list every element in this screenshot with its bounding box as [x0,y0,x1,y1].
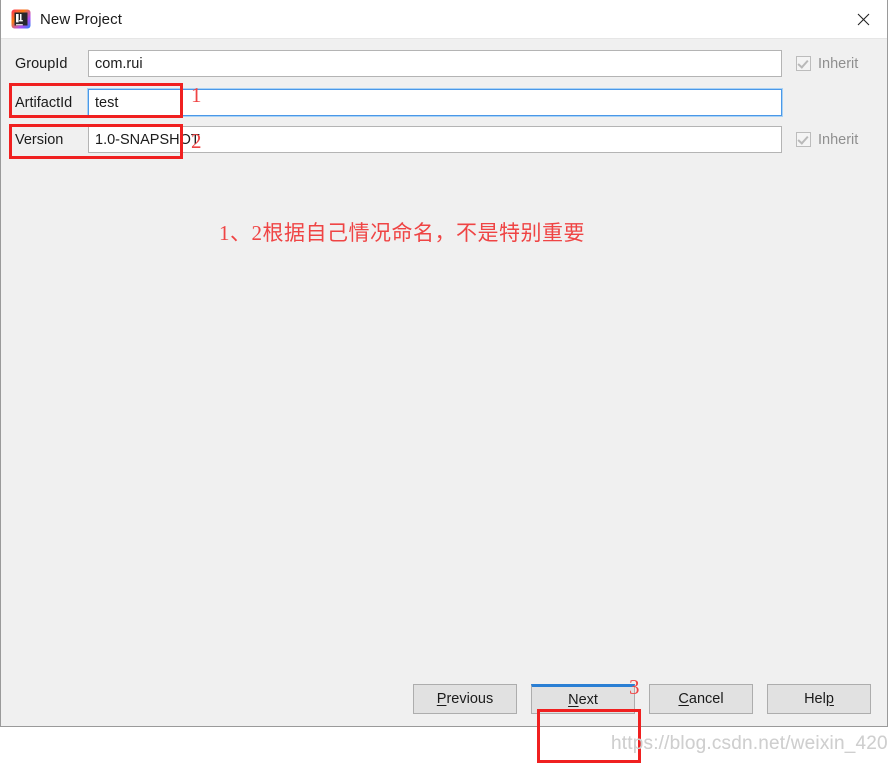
annotation-note: 1、2根据自己情况命名，不是特别重要 [219,221,585,245]
version-inherit-checkbox[interactable]: Inherit [796,132,858,148]
dialog-button-bar: Previous Next Cancel Help [1,680,888,718]
dialog-content: GroupId com.rui Inherit ArtifactId test … [1,39,888,763]
artifactid-label: ArtifactId [15,94,73,111]
watermark-overlay: https://blog.csdn.net/weixin_42082973 [611,733,888,754]
groupid-inherit-label: Inherit [818,55,859,72]
version-input[interactable]: 1.0-SNAPSHOT [88,126,782,153]
cancel-button[interactable]: Cancel [649,684,753,714]
checkbox-checked-icon[interactable] [796,56,811,71]
form-row-groupid: GroupId com.rui Inherit [1,49,888,78]
watermark-text: https://blog.csdn.net/weixin_42082973 [611,733,888,754]
title-bar: New Project [1,0,887,39]
groupid-label: GroupId [15,55,68,72]
intellij-idea-icon [11,9,31,29]
artifactid-input[interactable]: test [88,89,782,116]
groupid-inherit-checkbox[interactable]: Inherit [796,56,858,72]
form-row-version: Version 1.0-SNAPSHOT Inherit [1,125,888,154]
version-label: Version [15,131,64,148]
version-inherit-label: Inherit [818,131,859,148]
new-project-dialog: New Project GroupId com.rui Inherit Arti… [0,0,888,763]
groupid-input[interactable]: com.rui [88,50,782,77]
previous-button[interactable]: Previous [413,684,517,714]
help-button[interactable]: Help [767,684,871,714]
window-title: New Project [40,10,122,28]
close-icon[interactable] [840,0,887,38]
next-button[interactable]: Next [531,684,635,714]
checkbox-checked-icon[interactable] [796,132,811,147]
form-row-artifactid: ArtifactId test [1,88,888,117]
